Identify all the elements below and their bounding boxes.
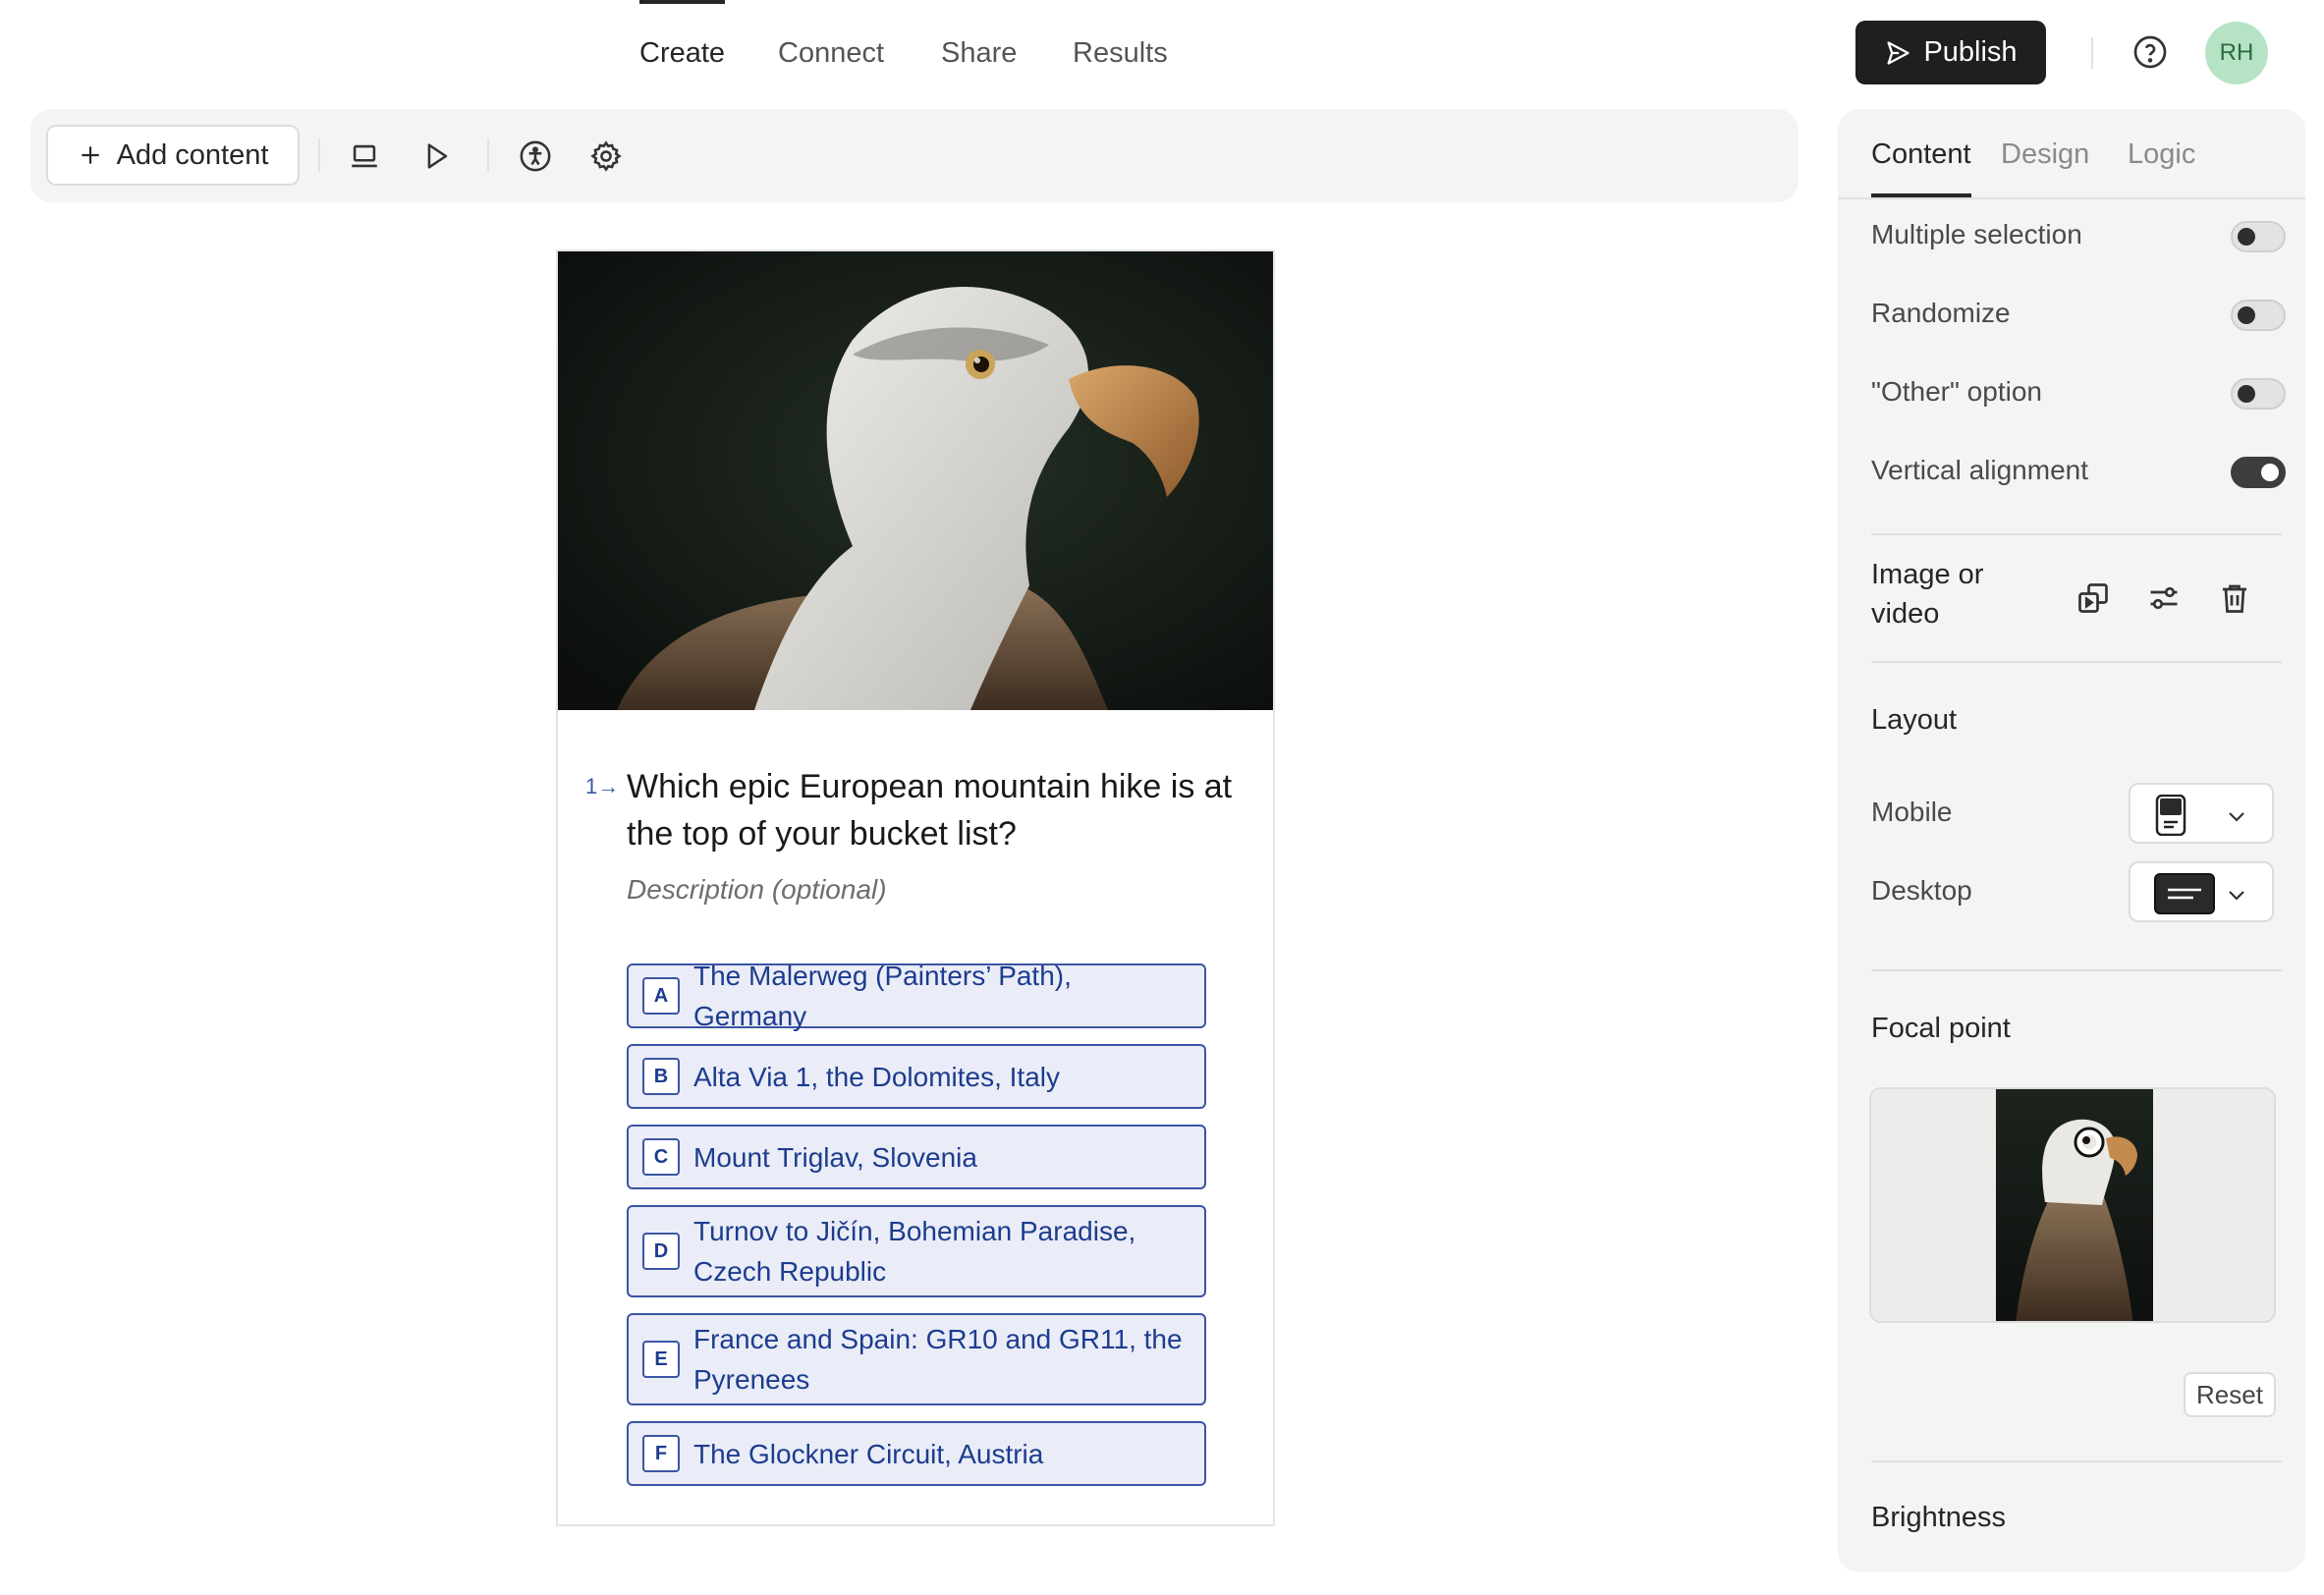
choice-e[interactable]: E France and Spain: GR10 and GR11, the P… xyxy=(627,1313,1206,1405)
play-icon[interactable] xyxy=(419,139,453,173)
top-navigation: Create Connect Share Results Publish RH xyxy=(0,0,2324,108)
desktop-layout-select[interactable] xyxy=(2129,861,2274,922)
choice-label: Alta Via 1, the Dolomites, Italy xyxy=(693,1061,1060,1092)
brightness-title: Brightness xyxy=(1871,1502,2007,1533)
choice-key: B xyxy=(642,1058,680,1095)
toggle-knob xyxy=(2238,228,2255,246)
choice-label: The Glockner Circuit, Austria xyxy=(693,1438,1044,1469)
choice-label: The Malerweg (Painters’ Path), Germany xyxy=(693,961,1072,1031)
trash-icon[interactable] xyxy=(2217,580,2252,616)
adjustments-icon[interactable] xyxy=(2146,580,2182,616)
divider xyxy=(318,138,320,172)
choice-label: Mount Triglav, Slovenia xyxy=(693,1141,977,1173)
tab-design[interactable]: Design xyxy=(2001,138,2089,171)
divider xyxy=(487,138,489,172)
publish-button[interactable]: Publish xyxy=(1855,21,2046,84)
send-icon xyxy=(1887,40,1910,65)
mobile-layout-select[interactable] xyxy=(2129,783,2274,844)
editor-toolbar: Add content xyxy=(30,109,1798,202)
choice-f[interactable]: F The Glockner Circuit, Austria xyxy=(627,1421,1206,1486)
tab-share[interactable]: Share xyxy=(941,33,1017,73)
focal-point-preview[interactable] xyxy=(1869,1087,2276,1323)
laptop-icon[interactable] xyxy=(348,139,381,173)
choice-key: D xyxy=(642,1233,680,1270)
divider xyxy=(1871,969,2282,971)
divider xyxy=(2091,37,2093,69)
tab-connect[interactable]: Connect xyxy=(778,33,884,73)
reset-button[interactable]: Reset xyxy=(2184,1372,2276,1417)
replace-media-icon[interactable] xyxy=(2075,580,2111,616)
mobile-layout-label: Mobile xyxy=(1871,797,1953,827)
choice-c[interactable]: C Mount Triglav, Slovenia xyxy=(627,1125,1206,1189)
divider xyxy=(1871,533,2282,535)
multiple-selection-toggle[interactable] xyxy=(2231,221,2286,252)
toggle-knob xyxy=(2238,306,2255,324)
divider xyxy=(1871,661,2282,663)
choice-b[interactable]: B Alta Via 1, the Dolomites, Italy xyxy=(627,1044,1206,1109)
desktop-layout-label: Desktop xyxy=(1871,875,1972,906)
chevron-down-icon xyxy=(2229,812,2244,822)
question-number: 1→ xyxy=(585,774,620,798)
tab-results[interactable]: Results xyxy=(1073,33,1168,73)
tabs-divider xyxy=(1838,197,2305,199)
focal-point-handle[interactable] xyxy=(2070,1123,2109,1162)
settings-panel: Content Design Logic Multiple selection … xyxy=(1838,109,2305,1572)
help-icon[interactable] xyxy=(2132,34,2168,70)
choice-label: Turnov to Jičín, Bohemian Paradise, Czec… xyxy=(693,1216,1136,1287)
desktop-layout-icon xyxy=(2154,873,2215,914)
randomize-label: Randomize xyxy=(1871,298,2011,328)
choice-key: A xyxy=(642,977,680,1015)
tab-content[interactable]: Content xyxy=(1871,138,1971,197)
other-option-toggle[interactable] xyxy=(2231,378,2286,410)
gear-icon[interactable] xyxy=(589,139,623,173)
add-content-label: Add content xyxy=(116,138,269,171)
choice-a[interactable]: A The Malerweg (Painters’ Path), Germany xyxy=(627,961,1206,1031)
multiple-selection-label: Multiple selection xyxy=(1871,219,2082,249)
plus-icon xyxy=(81,146,99,164)
randomize-toggle[interactable] xyxy=(2231,300,2286,331)
choice-key: E xyxy=(642,1341,680,1378)
avatar[interactable]: RH xyxy=(2205,22,2268,84)
choice-key: F xyxy=(642,1435,680,1472)
focal-point-title: Focal point xyxy=(1871,1013,2011,1044)
choice-key: C xyxy=(642,1138,680,1176)
question-title[interactable]: Which epic European mountain hike is at … xyxy=(627,763,1236,857)
toggle-knob xyxy=(2238,385,2255,403)
divider xyxy=(1871,1460,2282,1462)
eagle-image[interactable] xyxy=(558,251,1273,710)
image-or-video-label: Image or video xyxy=(1871,559,1984,630)
question-card: 1→ Which epic European mountain hike is … xyxy=(556,249,1275,1526)
tab-create[interactable]: Create xyxy=(639,0,726,73)
publish-label: Publish xyxy=(1923,36,2018,68)
other-option-label: "Other" option xyxy=(1871,376,2042,407)
accessibility-icon[interactable] xyxy=(519,139,552,173)
toggle-knob xyxy=(2261,464,2279,481)
choice-d[interactable]: D Turnov to Jičín, Bohemian Paradise, Cz… xyxy=(627,1205,1206,1297)
tab-logic[interactable]: Logic xyxy=(2128,138,2195,171)
vertical-alignment-label: Vertical alignment xyxy=(1871,455,2089,485)
mobile-layout-icon xyxy=(2155,795,2186,836)
layout-title: Layout xyxy=(1871,704,1958,736)
question-number-value: 1 xyxy=(585,774,598,798)
choice-label: France and Spain: GR10 and GR11, the Pyr… xyxy=(693,1324,1183,1395)
description-field[interactable]: Description (optional) xyxy=(627,874,887,906)
chevron-down-icon xyxy=(2229,891,2244,901)
add-content-button[interactable]: Add content xyxy=(46,125,300,186)
vertical-alignment-toggle[interactable] xyxy=(2231,457,2286,488)
